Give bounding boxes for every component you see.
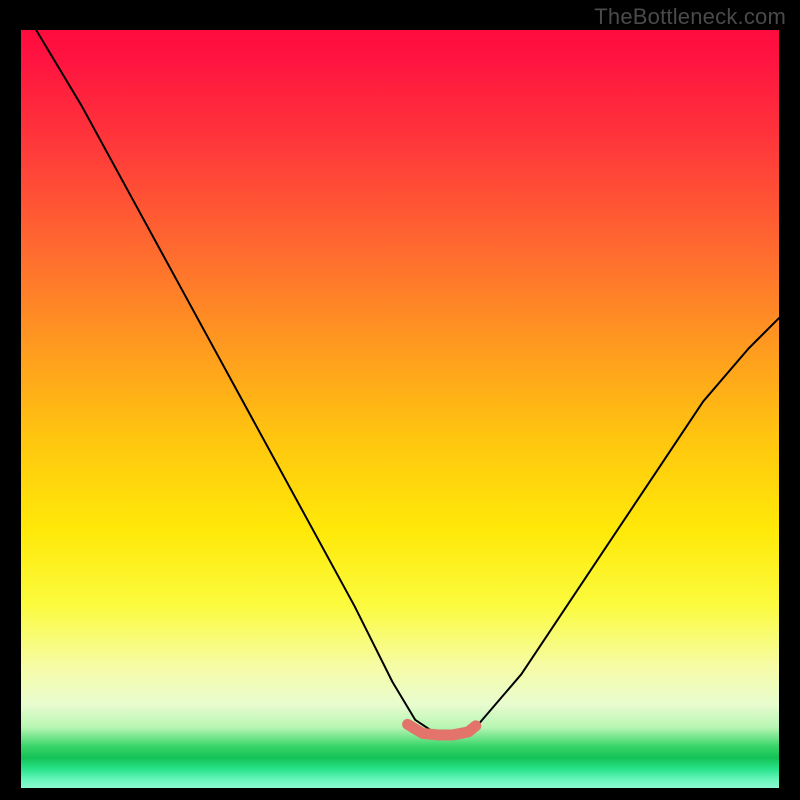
- bottleneck-curve: [36, 30, 779, 735]
- chart-frame: TheBottleneck.com: [0, 0, 800, 800]
- highlight-segment: [408, 724, 476, 735]
- watermark-text: TheBottleneck.com: [594, 4, 786, 30]
- curve-layer: [21, 30, 779, 788]
- plot-outer: [21, 30, 779, 788]
